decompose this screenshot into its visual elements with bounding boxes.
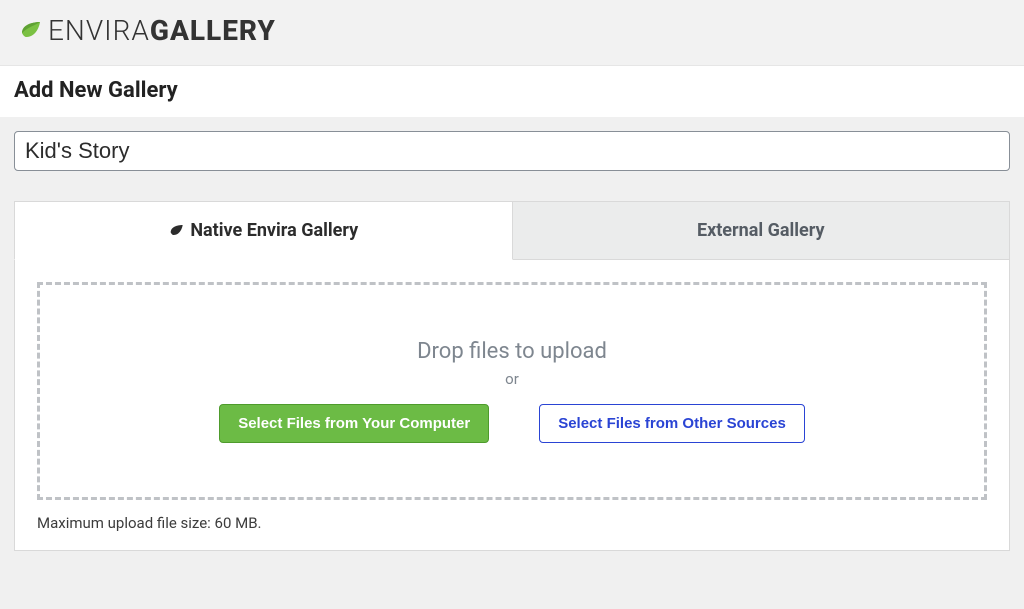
- tabs-panel: Native Envira Gallery External Gallery D…: [14, 201, 1010, 551]
- tab-row: Native Envira Gallery External Gallery: [14, 201, 1010, 260]
- page-title-section: Add New Gallery: [0, 66, 1024, 117]
- tab-body: Drop files to upload or Select Files fro…: [14, 260, 1010, 551]
- logo-text: ENVIRAGALLERY: [48, 14, 276, 47]
- content-wrap: Native Envira Gallery External Gallery D…: [0, 117, 1024, 565]
- leaf-icon: [18, 19, 42, 43]
- select-files-other-button[interactable]: Select Files from Other Sources: [539, 404, 805, 443]
- or-text: or: [505, 370, 519, 388]
- tab-external-gallery[interactable]: External Gallery: [513, 201, 1011, 260]
- tab-native-gallery[interactable]: Native Envira Gallery: [14, 201, 513, 260]
- brand-header: ENVIRAGALLERY: [0, 0, 1024, 66]
- drop-text: Drop files to upload: [417, 339, 607, 364]
- logo: ENVIRAGALLERY: [18, 14, 1006, 47]
- tab-external-label: External Gallery: [697, 220, 825, 241]
- gallery-title-input[interactable]: [14, 131, 1010, 171]
- leaf-icon: [168, 223, 184, 239]
- max-upload-size-note: Maximum upload file size: 60 MB.: [37, 514, 987, 532]
- upload-button-row: Select Files from Your Computer Select F…: [219, 404, 805, 443]
- logo-text-heavy: GALLERY: [150, 14, 276, 47]
- logo-text-light: ENVIRA: [48, 14, 150, 47]
- select-files-computer-button[interactable]: Select Files from Your Computer: [219, 404, 489, 443]
- file-dropzone[interactable]: Drop files to upload or Select Files fro…: [37, 282, 987, 500]
- page-title: Add New Gallery: [14, 78, 1010, 103]
- tab-native-label: Native Envira Gallery: [190, 220, 358, 241]
